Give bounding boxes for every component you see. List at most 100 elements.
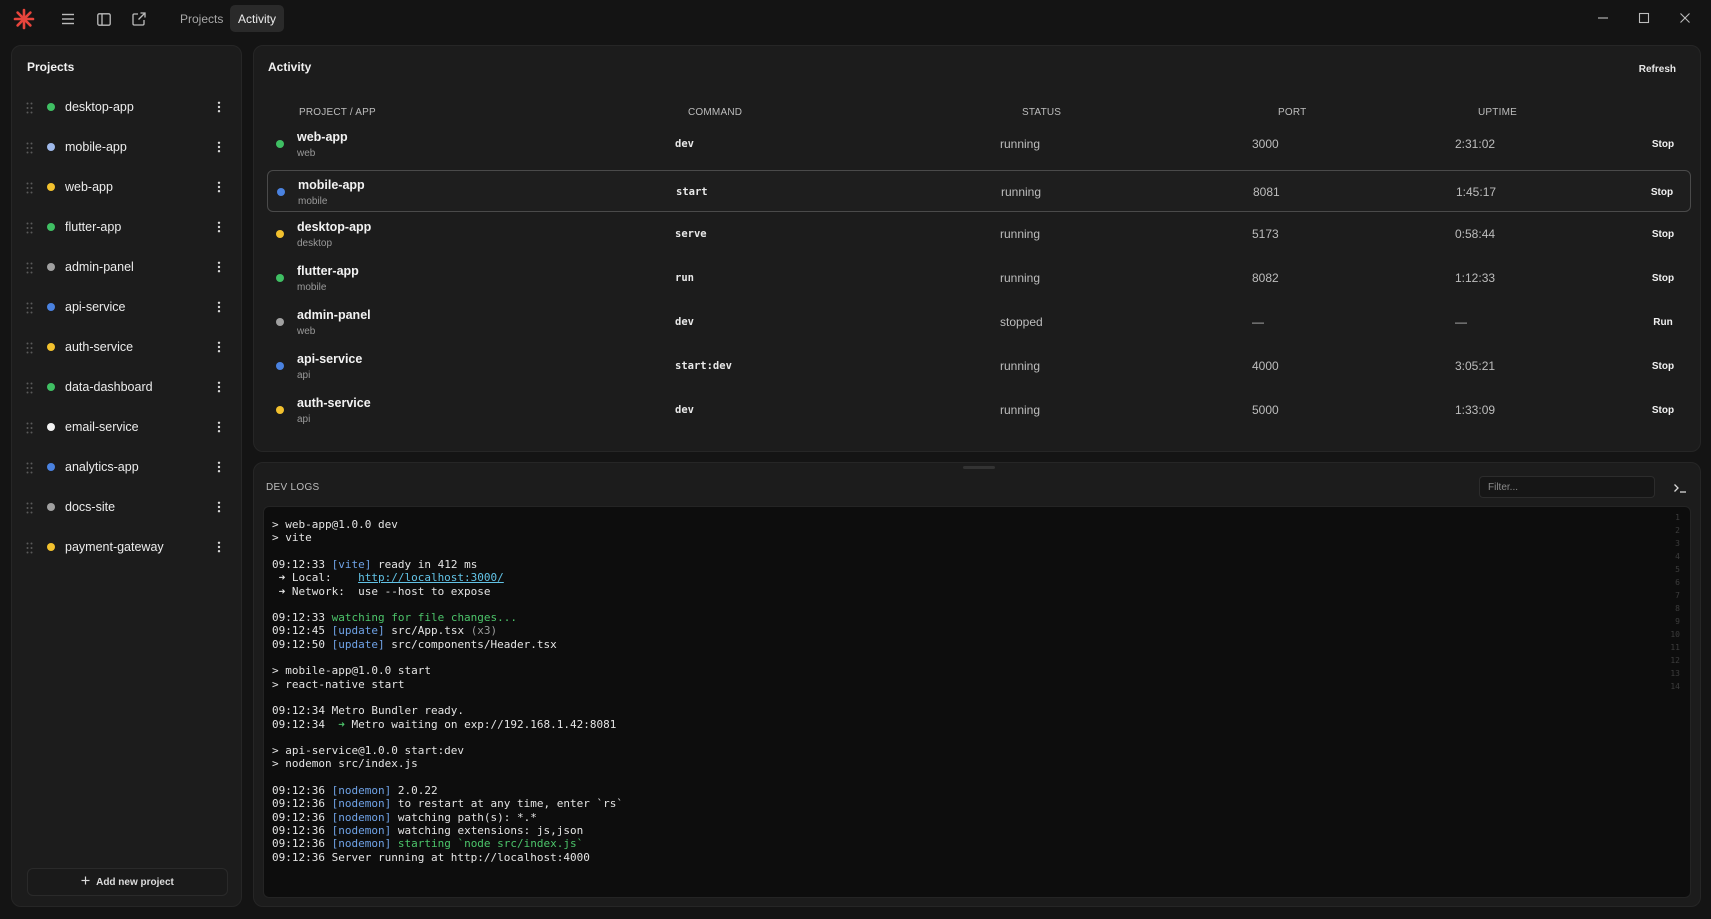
row-status: running [1000, 271, 1041, 285]
log-text: 09:12:34 Metro Bundler ready. [272, 704, 465, 718]
log-text: 09:12:34 [272, 717, 332, 731]
tab-projects[interactable]: Projects [172, 5, 231, 32]
row-command: dev [675, 138, 694, 150]
sidebar-item-analytics-app[interactable]: analytics-app [12, 447, 241, 487]
sidebar-item-desktop-app[interactable]: desktop-app [12, 87, 241, 127]
drag-handle-icon[interactable] [26, 421, 33, 434]
log-text: ➜ Local: [272, 571, 359, 585]
status-dot [276, 406, 284, 414]
menu-icon[interactable] [56, 8, 80, 30]
drag-handle-icon[interactable] [26, 261, 33, 274]
drag-handle-icon[interactable] [26, 381, 33, 394]
add-project-button[interactable]: Add new project [27, 868, 228, 896]
maximize-icon[interactable] [1629, 6, 1659, 30]
drag-handle-icon[interactable] [26, 141, 33, 154]
more-options-icon[interactable] [214, 218, 224, 236]
stop-button[interactable]: Stop [1643, 267, 1683, 289]
more-options-icon[interactable] [214, 418, 224, 436]
refresh-button[interactable]: Refresh [1639, 64, 1676, 75]
more-options-icon[interactable] [214, 378, 224, 396]
row-command: dev [675, 316, 694, 328]
open-external-icon[interactable] [127, 8, 151, 30]
table-row[interactable]: auth-service api dev running 5000 1:33:09 Stop [267, 389, 1691, 431]
log-line: > api-service@1.0.0 start:dev [272, 744, 464, 757]
panel-resize-handle[interactable] [963, 466, 995, 469]
close-icon[interactable] [1670, 6, 1700, 30]
stop-button[interactable]: Stop [1643, 399, 1683, 421]
log-text: > vite [272, 531, 312, 545]
row-command: dev [675, 404, 694, 416]
more-options-icon[interactable] [214, 458, 224, 476]
drag-handle-icon[interactable] [26, 461, 33, 474]
drag-handle-icon[interactable] [26, 501, 33, 514]
status-dot [276, 318, 284, 326]
table-row[interactable]: api-service api start:dev running 4000 3:05:2… [267, 345, 1691, 387]
log-text: [update] [331, 637, 385, 651]
stop-button[interactable]: Stop [1643, 223, 1683, 245]
drag-handle-icon[interactable] [26, 181, 33, 194]
log-line: 09:12:50 [update] src/components/Header.… [272, 638, 557, 651]
stop-button[interactable]: Stop [1643, 355, 1683, 377]
sidebar-item-auth-service[interactable]: auth-service [12, 327, 241, 367]
sidebar-item-admin-panel[interactable]: admin-panel [12, 247, 241, 287]
table-row[interactable]: web-app web dev running 3000 2:31:02 Stop [267, 123, 1691, 165]
minimize-icon[interactable] [1588, 6, 1618, 30]
stop-button[interactable]: Stop [1642, 181, 1682, 203]
row-uptime: 0:58:44 [1455, 227, 1496, 241]
sidebar-item-data-dashboard[interactable]: data-dashboard [12, 367, 241, 407]
log-text: > mobile-app@1.0.0 start [272, 664, 431, 678]
log-text: src/components/Header.tsx [384, 637, 557, 651]
sidebar-item-payment-gateway[interactable]: payment-gateway [12, 527, 241, 567]
more-options-icon[interactable] [214, 338, 224, 356]
more-options-icon[interactable] [214, 138, 224, 156]
drag-handle-icon[interactable] [26, 301, 33, 314]
log-text: > nodemon src/index.js [272, 757, 418, 771]
drag-handle-icon[interactable] [26, 341, 33, 354]
log-line: 09:12:36 [nodemon] to restart at any tim… [272, 797, 623, 810]
table-row[interactable]: mobile-app mobile start running 8081 1:45:17 S… [267, 170, 1691, 212]
more-options-icon[interactable] [214, 258, 224, 276]
log-text: [vite] [331, 557, 372, 571]
log-text: Metro waiting on exp://192.168.1.42:8081 [344, 717, 617, 731]
status-dot [47, 503, 55, 511]
table-row[interactable]: admin-panel web dev stopped — — Run [267, 301, 1691, 343]
row-port: 5000 [1252, 403, 1279, 417]
sidebar-item-email-service[interactable]: email-service [12, 407, 241, 447]
log-filter-input[interactable] [1479, 476, 1655, 498]
sidebar-item-flutter-app[interactable]: flutter-app [12, 207, 241, 247]
more-options-icon[interactable] [214, 178, 224, 196]
run-button[interactable]: Run [1643, 311, 1683, 333]
tab-activity[interactable]: Activity [230, 5, 285, 32]
row-command: start:dev [675, 360, 732, 372]
more-options-icon[interactable] [214, 498, 224, 516]
log-text: 09:12:36 [272, 797, 332, 811]
more-options-icon[interactable] [214, 98, 224, 116]
log-line: 09:12:33 watching for file changes... [272, 611, 517, 624]
table-row[interactable]: desktop-app desktop serve running 5173 0:58:4… [267, 213, 1691, 255]
row-app-type: mobile [298, 196, 328, 207]
row-uptime: 1:45:17 [1456, 185, 1497, 199]
sidebar-item-docs-site[interactable]: docs-site [12, 487, 241, 527]
drag-handle-icon[interactable] [26, 221, 33, 234]
log-text: [nodemon] [331, 837, 392, 851]
row-project-name: flutter-app [297, 264, 359, 278]
terminal-icon[interactable] [1670, 479, 1690, 497]
sidebar-item-web-app[interactable]: web-app [12, 167, 241, 207]
log-line: 09:12:33 [vite] ready in 412 ms [272, 558, 477, 571]
stop-button[interactable]: Stop [1643, 133, 1683, 155]
log-line: 09:12:36 [nodemon] watching path(s): *.* [272, 811, 537, 824]
line-number: 3 [1675, 539, 1680, 548]
table-row[interactable]: flutter-app mobile run running 8082 1:12:33 St… [267, 257, 1691, 299]
log-line: > nodemon src/index.js [272, 757, 418, 770]
sidebar-item-mobile-app[interactable]: mobile-app [12, 127, 241, 167]
log-terminal[interactable]: > web-app@1.0.0 dev > vite 09:12:33 [vite]… [263, 506, 1691, 898]
more-options-icon[interactable] [214, 298, 224, 316]
log-link[interactable]: http://localhost:3000/ [358, 571, 504, 584]
sidebar-toggle-icon[interactable] [92, 8, 116, 30]
row-command: start [676, 186, 708, 198]
more-options-icon[interactable] [214, 538, 224, 556]
drag-handle-icon[interactable] [26, 101, 33, 114]
sidebar-item-api-service[interactable]: api-service [12, 287, 241, 327]
drag-handle-icon[interactable] [26, 541, 33, 554]
title-bar: Projects Activity [0, 0, 1711, 40]
